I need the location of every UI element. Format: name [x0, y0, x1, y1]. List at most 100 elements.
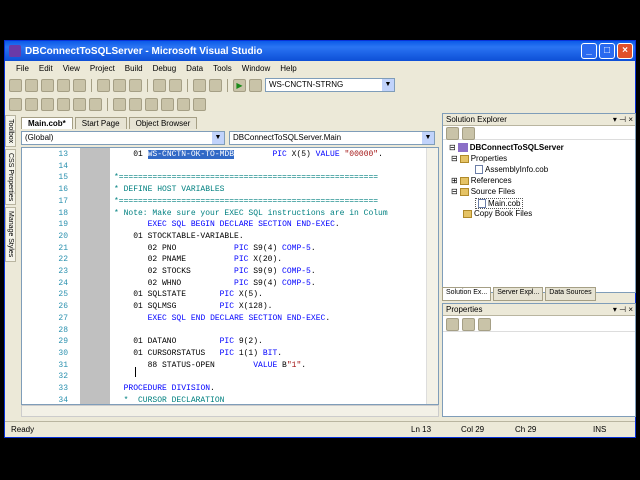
- navigate-forward-icon[interactable]: [209, 78, 222, 92]
- comment-icon[interactable]: [113, 97, 126, 111]
- layout-icon-1[interactable]: [9, 97, 22, 111]
- status-insert-mode: INS: [593, 425, 607, 434]
- properties-icon[interactable]: [446, 127, 459, 140]
- pin-icon[interactable]: ▾ ⊣ ×: [613, 114, 633, 126]
- close-button[interactable]: ×: [617, 43, 633, 59]
- pin-icon[interactable]: ▾ ⊣ ×: [613, 304, 633, 316]
- horizontal-scrollbar[interactable]: [21, 405, 439, 417]
- tree-node-source-files[interactable]: ⊟ Source Files: [451, 187, 515, 196]
- find-icon[interactable]: [249, 78, 262, 92]
- bookmark-prev-icon[interactable]: [161, 97, 174, 111]
- member-combo[interactable]: DBConnectToSQLServer.Main ▼: [229, 131, 435, 145]
- alphabetical-icon[interactable]: [462, 318, 475, 331]
- minimize-button[interactable]: _: [581, 43, 597, 59]
- status-bar: Ready Ln 13 Col 29 Ch 29 INS: [5, 421, 635, 437]
- scope-combo-value: (Global): [25, 133, 54, 142]
- member-combo-value: DBConnectToSQLServer.Main: [233, 133, 342, 142]
- tree-node-solution[interactable]: ⊟ DBConnectToSQLServer: [449, 143, 564, 152]
- line-number: 32: [58, 372, 68, 382]
- minus-icon[interactable]: ⊟: [449, 143, 456, 152]
- undo-icon[interactable]: [153, 78, 166, 92]
- save-icon[interactable]: [57, 78, 70, 92]
- cut-icon[interactable]: [97, 78, 110, 92]
- tree-node-assemblyinfo[interactable]: AssemblyInfo.cob: [475, 165, 548, 174]
- document-tabs: Main.cob* Start Page Object Browser: [21, 115, 437, 129]
- menu-view[interactable]: View: [58, 64, 85, 73]
- plus-icon[interactable]: ⊞: [451, 176, 458, 185]
- tree-node-copy-book-files[interactable]: Copy Book Files: [463, 209, 532, 218]
- code-line: 01 SQLSTATE PIC X(5).: [114, 290, 263, 300]
- minus-icon[interactable]: ⊟: [451, 154, 458, 163]
- bookmark-icon[interactable]: [145, 97, 158, 111]
- code-editor[interactable]: 13 01 WS-CNCTN-OK-TO-MDB PIC X(5) VALUE …: [21, 147, 439, 405]
- menu-tools[interactable]: Tools: [208, 64, 237, 73]
- menu-debug[interactable]: Debug: [148, 64, 182, 73]
- code-line: 88 STATUS-OPEN VALUE B"1".: [114, 360, 307, 370]
- solution-explorer-toolbar: [443, 126, 635, 140]
- menu-window[interactable]: Window: [237, 64, 275, 73]
- code-line: 02 WHNO PIC S9(4) COMP-5.: [114, 278, 316, 288]
- tab-server-explorer[interactable]: Server Expl...: [493, 287, 544, 301]
- chevron-down-icon: ▼: [212, 132, 224, 144]
- tab-start-page[interactable]: Start Page: [74, 117, 127, 129]
- save-all-icon[interactable]: [73, 78, 86, 92]
- bookmark-next-icon[interactable]: [177, 97, 190, 111]
- line-number: 28: [58, 325, 68, 335]
- tree-node-main-cob[interactable]: Main.cob: [475, 198, 524, 209]
- redo-icon[interactable]: [169, 78, 182, 92]
- property-pages-icon[interactable]: [478, 318, 491, 331]
- menu-help[interactable]: Help: [275, 64, 301, 73]
- solution-tree: ⊟ DBConnectToSQLServer ⊟ Properties Assemb…: [443, 140, 635, 290]
- vertical-scrollbar[interactable]: [426, 148, 438, 404]
- new-project-icon[interactable]: [9, 78, 22, 92]
- uncomment-icon[interactable]: [129, 97, 142, 111]
- bookmark-clear-icon[interactable]: [193, 97, 206, 111]
- config-combo[interactable]: WS-CNCTN-STRNG ▼: [265, 78, 395, 92]
- add-item-icon[interactable]: [25, 78, 38, 92]
- layout-icon-3[interactable]: [41, 97, 54, 111]
- tree-node-properties[interactable]: ⊟ Properties: [451, 154, 507, 163]
- line-number: 23: [58, 267, 68, 276]
- open-icon[interactable]: [41, 78, 54, 92]
- toolbox-tab[interactable]: Toolbox: [5, 115, 16, 148]
- scope-combo[interactable]: (Global) ▼: [21, 131, 225, 145]
- show-all-files-icon[interactable]: [462, 127, 475, 140]
- properties-title: Properties ▾ ⊣ ×: [443, 304, 635, 316]
- minus-icon[interactable]: ⊟: [451, 187, 458, 196]
- layout-icon-2[interactable]: [25, 97, 38, 111]
- menu-edit[interactable]: Edit: [34, 64, 58, 73]
- start-debug-icon[interactable]: ▶: [233, 78, 246, 92]
- menu-build[interactable]: Build: [120, 64, 148, 73]
- tree-node-references[interactable]: ⊞ References: [451, 176, 512, 185]
- tab-data-sources[interactable]: Data Sources: [545, 287, 596, 301]
- menu-data[interactable]: Data: [181, 64, 208, 73]
- line-number: 24: [58, 278, 68, 288]
- maximize-button[interactable]: □: [599, 43, 615, 59]
- categorized-icon[interactable]: [446, 318, 459, 331]
- menu-project[interactable]: Project: [85, 64, 120, 73]
- tab-object-browser[interactable]: Object Browser: [128, 117, 198, 129]
- left-tool-tabs: Toolbox CSS Properties Manage Styles: [5, 115, 19, 415]
- tab-solution-explorer[interactable]: Solution Ex...: [442, 287, 492, 301]
- manage-styles-tab[interactable]: Manage Styles: [5, 207, 16, 262]
- solution-explorer-panel: Solution Explorer ▾ ⊣ × ⊟ DBConnectToSQLSe…: [442, 113, 636, 293]
- tree-node-label: Copy Book Files: [474, 209, 533, 218]
- navigate-back-icon[interactable]: [193, 78, 206, 92]
- layout-icon-4[interactable]: [57, 97, 70, 111]
- config-combo-value: WS-CNCTN-STRNG: [269, 80, 344, 89]
- folder-icon: [459, 154, 469, 163]
- paste-icon[interactable]: [129, 78, 142, 92]
- folder-icon: [459, 176, 469, 185]
- line-number: 21: [58, 243, 68, 253]
- layout-icon-6[interactable]: [89, 97, 102, 111]
- layout-icon-5[interactable]: [73, 97, 86, 111]
- status-char: Ch 29: [515, 425, 537, 434]
- chevron-down-icon: ▼: [422, 132, 434, 144]
- tab-main-cob[interactable]: Main.cob*: [21, 117, 73, 129]
- copy-icon[interactable]: [113, 78, 126, 92]
- menu-file[interactable]: File: [11, 64, 34, 73]
- css-properties-tab[interactable]: CSS Properties: [5, 149, 16, 206]
- folder-icon: [463, 209, 472, 218]
- properties-toolbar: [443, 316, 635, 332]
- line-number: 31: [58, 360, 68, 370]
